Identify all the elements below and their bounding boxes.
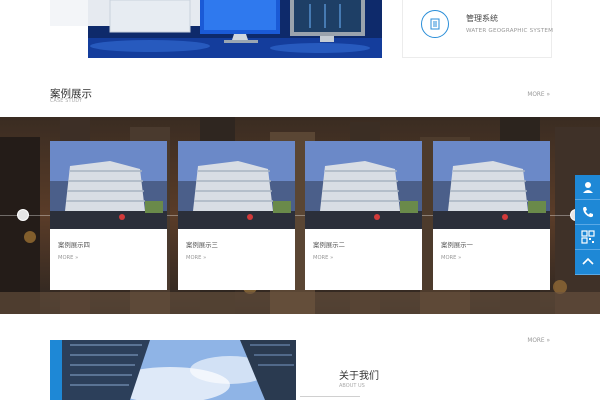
floating-sidebar xyxy=(575,175,600,275)
case-name: 案例展示四 xyxy=(58,241,90,249)
case-more-link[interactable]: MORE » xyxy=(58,255,78,261)
user-service-icon[interactable] xyxy=(575,175,600,200)
case-name: 案例展示一 xyxy=(441,241,473,249)
case-thumbnail xyxy=(50,141,167,229)
case-name: 案例展示三 xyxy=(186,241,218,249)
page: 管理系统 WATER GEOGRAPHIC SYSTEM 案例展示 CASE S… xyxy=(0,0,600,400)
case-more-link[interactable]: MORE » xyxy=(527,92,550,98)
case-more-link[interactable]: MORE » xyxy=(313,255,333,261)
case-more-link[interactable]: MORE » xyxy=(441,255,461,261)
case-card-3[interactable]: 案例展示三 MORE » xyxy=(178,141,295,290)
case-section-subtitle: CASE STUDY xyxy=(50,99,83,104)
case-thumbnail xyxy=(305,141,422,229)
about-image-skyscrapers xyxy=(50,340,296,400)
document-icon xyxy=(421,10,449,38)
about-section-subtitle: ABOUT US xyxy=(339,383,365,389)
banner-image-monitors xyxy=(50,0,382,58)
about-more-link[interactable]: MORE » xyxy=(527,338,550,344)
case-thumbnail xyxy=(433,141,550,229)
case-card-1[interactable]: 案例展示一 MORE » xyxy=(433,141,550,290)
back-to-top-icon[interactable] xyxy=(575,250,600,275)
case-card-2[interactable]: 案例展示二 MORE » xyxy=(305,141,422,290)
carousel-prev-button[interactable] xyxy=(17,209,29,221)
management-system-subtitle: WATER GEOGRAPHIC SYSTEM xyxy=(466,28,554,34)
case-more-link[interactable]: MORE » xyxy=(186,255,206,261)
about-section-title: 关于我们 xyxy=(339,371,379,382)
about-divider xyxy=(300,396,360,397)
qr-code-icon[interactable] xyxy=(575,225,600,250)
management-system-title: 管理系统 xyxy=(466,14,498,23)
case-thumbnail xyxy=(178,141,295,229)
case-card-4[interactable]: 案例展示四 MORE » xyxy=(50,141,167,290)
case-name: 案例展示二 xyxy=(313,241,345,249)
phone-icon[interactable] xyxy=(575,200,600,225)
management-system-card[interactable]: 管理系统 WATER GEOGRAPHIC SYSTEM xyxy=(402,0,554,58)
